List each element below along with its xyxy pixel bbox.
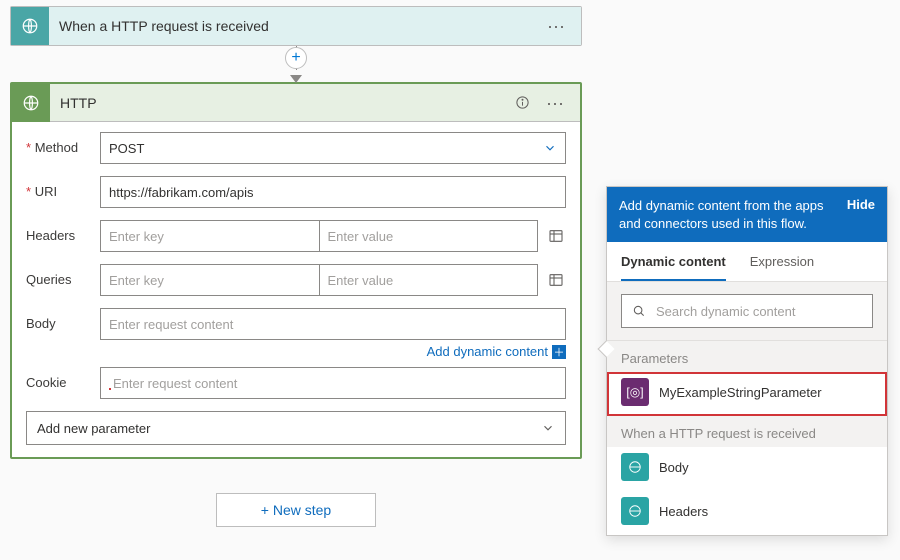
add-parameter-select[interactable]: Add new parameter	[26, 411, 566, 445]
flyout-hide-link[interactable]: Hide	[847, 197, 875, 232]
cookie-label: Cookie	[26, 367, 100, 390]
trigger-card[interactable]: When a HTTP request is received ···	[10, 6, 582, 46]
uri-label: * URI	[26, 176, 100, 199]
flyout-item-parameter[interactable]: [◎] MyExampleStringParameter	[607, 372, 887, 416]
flyout-section-parameters: Parameters	[607, 341, 887, 372]
queries-value-input[interactable]: Enter value	[319, 264, 539, 296]
insert-step-button[interactable]: +	[285, 47, 307, 69]
plus-icon: ＋	[552, 345, 566, 359]
method-select[interactable]: POST	[100, 132, 566, 164]
globe-icon	[12, 84, 50, 122]
flyout-item-headers[interactable]: Headers	[607, 491, 887, 535]
headers-label: Headers	[26, 220, 100, 243]
flyout-banner: Add dynamic content from the apps and co…	[607, 187, 887, 242]
new-step-button[interactable]: + New step	[216, 493, 376, 527]
headers-value-input[interactable]: Enter value	[319, 220, 539, 252]
headers-key-input[interactable]: Enter key	[100, 220, 319, 252]
chevron-down-icon	[543, 141, 557, 155]
chevron-down-icon	[541, 421, 555, 435]
cookie-input[interactable]: Enter request content	[100, 367, 566, 399]
body-label: Body	[26, 308, 100, 331]
flyout-search-input[interactable]: Search dynamic content	[621, 294, 873, 328]
dynamic-content-flyout: Add dynamic content from the apps and co…	[606, 186, 888, 536]
method-value: POST	[109, 141, 144, 156]
search-icon	[632, 304, 646, 318]
http-card: HTTP ··· * Method POST * URI	[10, 82, 582, 459]
dynamic-content-row: Add dynamic content ＋	[26, 344, 566, 359]
add-dynamic-content-link[interactable]: Add dynamic content ＋	[427, 344, 566, 359]
trigger-menu[interactable]: ···	[537, 13, 575, 39]
http-menu[interactable]: ···	[536, 90, 574, 116]
switch-mode-icon[interactable]	[548, 228, 566, 244]
queries-key-input[interactable]: Enter key	[100, 264, 319, 296]
tab-dynamic-content[interactable]: Dynamic content	[621, 242, 726, 281]
tab-expression[interactable]: Expression	[750, 242, 814, 281]
body-input[interactable]: Enter request content	[100, 308, 566, 340]
info-icon[interactable]	[509, 91, 536, 114]
http-card-header[interactable]: HTTP ···	[12, 84, 580, 122]
queries-label: Queries	[26, 264, 100, 287]
parameter-chip-icon: [◎]	[621, 378, 649, 406]
flyout-item-body[interactable]: Body	[607, 447, 887, 491]
switch-mode-icon[interactable]	[548, 272, 566, 288]
http-title: HTTP	[50, 95, 509, 111]
globe-icon	[11, 7, 49, 45]
connector: +	[10, 52, 582, 82]
flyout-section-trigger: When a HTTP request is received	[607, 416, 887, 447]
http-chip-icon	[621, 453, 649, 481]
uri-input[interactable]: https://fabrikam.com/apis	[100, 176, 566, 208]
trigger-title: When a HTTP request is received	[49, 18, 537, 34]
http-chip-icon	[621, 497, 649, 525]
method-label: * Method	[26, 132, 100, 155]
